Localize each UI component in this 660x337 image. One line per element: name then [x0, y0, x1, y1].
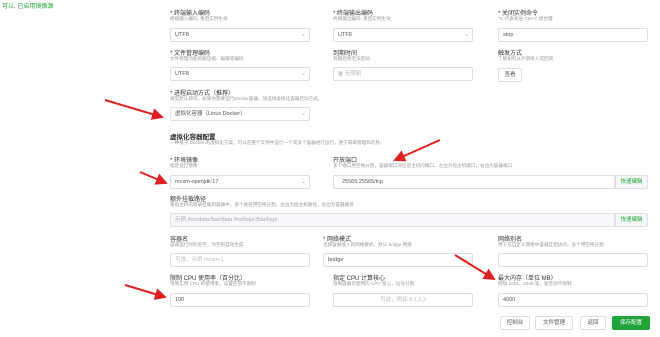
arrow-ports — [393, 139, 441, 162]
annotation-arrows — [104, 99, 496, 300]
arrow-memory — [454, 254, 496, 281]
arrow-cpu-usage — [124, 284, 167, 300]
arrow-process-mode — [104, 99, 164, 120]
arrow-image — [139, 171, 168, 185]
